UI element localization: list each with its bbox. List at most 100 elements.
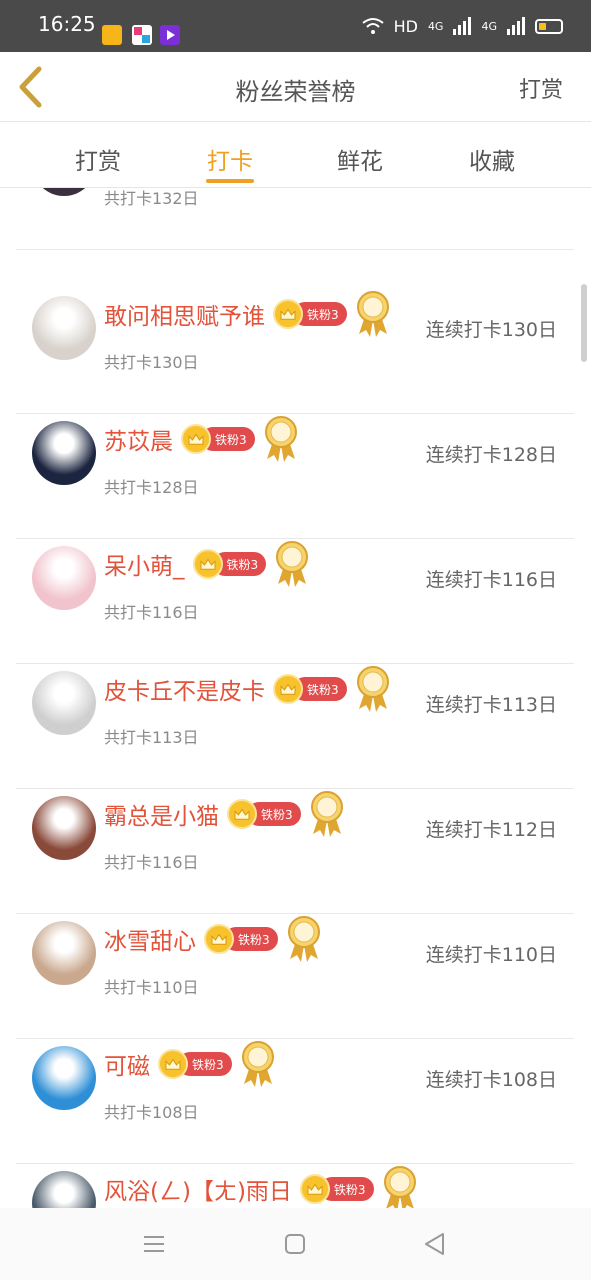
- medal-icon: [274, 540, 310, 588]
- page-title: 粉丝荣誉榜: [235, 78, 356, 106]
- total-checkin: 共打卡110日: [104, 978, 199, 997]
- medal-icon: [263, 415, 299, 463]
- signal-label-1: 4G: [427, 19, 444, 33]
- fan-level-badge: 铁粉3: [227, 799, 301, 829]
- wifi-icon: [361, 18, 384, 34]
- avatar[interactable]: [32, 1046, 96, 1110]
- avatar[interactable]: [32, 796, 96, 860]
- avatar[interactable]: [32, 1171, 96, 1208]
- avatar[interactable]: [32, 546, 96, 610]
- fan-name[interactable]: 苏苡晨: [104, 422, 173, 456]
- fan-level-badge: 铁粉3: [273, 299, 347, 329]
- name-line: 风浴(ㄥ)【ㄤ)雨日 铁粉3: [104, 1166, 418, 1208]
- total-checkin: 共打卡108日: [104, 1103, 199, 1122]
- medal-icon: [355, 290, 391, 338]
- network-type: HD: [393, 16, 418, 36]
- fan-name[interactable]: 呆小萌_: [104, 547, 185, 581]
- name-line: 呆小萌_ 铁粉3: [104, 541, 310, 587]
- back-triangle-icon[interactable]: [421, 1230, 449, 1258]
- crown-icon: [158, 1049, 188, 1079]
- avatar[interactable]: [32, 671, 96, 735]
- status-time: 16:25: [38, 12, 96, 36]
- menu-icon[interactable]: [140, 1230, 168, 1258]
- tab-bar: 打赏 打卡 鲜花 收藏: [0, 122, 591, 188]
- total-checkin: 共打卡116日: [104, 853, 199, 872]
- name-line: 敢问相思赋予谁 铁粉3: [104, 291, 391, 337]
- ranking-list: 九辞暮歌铁粉3共打卡132日连续打卡132日敢问相思赋予谁铁粉3共打卡130日连…: [0, 188, 591, 1208]
- total-checkin: 共打卡128日: [104, 478, 199, 497]
- streak-checkin: 连续打卡108日: [425, 1069, 557, 1091]
- fan-name[interactable]: 皮卡丘不是皮卡: [104, 672, 265, 706]
- crown-icon: [192, 549, 223, 579]
- streak-checkin: 连续打卡112日: [425, 819, 557, 841]
- list-item[interactable]: 冰雪甜心 铁粉3 共打卡110日 连续打卡110日: [16, 914, 574, 1039]
- medal-icon: [240, 1040, 276, 1088]
- header: 粉丝荣誉榜 打赏: [0, 52, 591, 122]
- name-line: 苏苡晨 铁粉3: [104, 416, 299, 462]
- medal-icon: [286, 915, 322, 963]
- total-checkin: 共打卡116日: [104, 603, 199, 622]
- youku-app-icon: [132, 25, 152, 45]
- signal-icon-2: [507, 17, 525, 35]
- streak-checkin: 连续打卡113日: [425, 694, 557, 716]
- tab-flowers[interactable]: 鲜花: [320, 142, 400, 176]
- name-line: 皮卡丘不是皮卡 铁粉3: [104, 666, 391, 712]
- name-line: 霸总是小猫 铁粉3: [104, 791, 345, 837]
- streak-checkin: 连续打卡130日: [425, 319, 557, 341]
- avatar[interactable]: [32, 296, 96, 360]
- avatar[interactable]: [32, 421, 96, 485]
- streak-checkin: 连续打卡116日: [425, 569, 557, 591]
- signal-icon: [453, 17, 472, 35]
- list-item[interactable]: 风浴(ㄥ)【ㄤ)雨日 铁粉3: [16, 1164, 574, 1208]
- fan-level-badge: 铁粉3: [299, 1174, 374, 1204]
- medal-icon: [382, 1165, 418, 1208]
- tab-favorites[interactable]: 收藏: [452, 142, 532, 176]
- total-checkin: 共打卡130日: [104, 353, 199, 372]
- list-item[interactable]: 呆小萌_ 铁粉3 共打卡116日 连续打卡116日: [16, 539, 574, 664]
- name-line: 冰雪甜心 铁粉3: [104, 916, 322, 962]
- medal-icon: [309, 790, 345, 838]
- system-nav-bar: [0, 1208, 591, 1280]
- list-item[interactable]: 霸总是小猫 铁粉3 共打卡116日 连续打卡112日: [16, 789, 574, 914]
- crown-icon: [273, 299, 303, 329]
- mail-app-icon: [102, 25, 122, 45]
- header-reward-button[interactable]: 打赏: [519, 72, 563, 104]
- total-checkin: 共打卡113日: [104, 728, 199, 747]
- status-bar: 16:25 HD 4G 4G: [0, 0, 591, 52]
- video-app-icon: [160, 25, 180, 45]
- fan-level-badge: 铁粉3: [204, 924, 278, 954]
- name-line: 可磁 铁粉3: [104, 1041, 276, 1087]
- medal-icon: [355, 665, 391, 713]
- list-item[interactable]: 九辞暮歌铁粉3共打卡132日连续打卡132日: [16, 188, 574, 250]
- crown-icon: [181, 424, 211, 454]
- active-tab-indicator: [206, 179, 254, 183]
- fan-level-badge: 铁粉3: [273, 674, 347, 704]
- crown-icon: [273, 674, 303, 704]
- streak-checkin: 连续打卡110日: [425, 944, 557, 966]
- list-item[interactable]: 皮卡丘不是皮卡 铁粉3 共打卡113日 连续打卡113日: [16, 664, 574, 789]
- fan-name[interactable]: 可磁: [104, 1047, 150, 1081]
- fan-name[interactable]: 敢问相思赋予谁: [104, 297, 265, 331]
- battery-icon: [535, 18, 563, 34]
- list-item[interactable]: 可磁 铁粉3 共打卡108日 连续打卡108日: [16, 1039, 574, 1164]
- list-item[interactable]: 敢问相思赋予谁 铁粉3 共打卡130日 连续打卡130日: [16, 289, 574, 414]
- tab-reward[interactable]: 打赏: [58, 142, 138, 176]
- crown-icon: [227, 799, 257, 829]
- crown-icon: [204, 924, 234, 954]
- fan-name[interactable]: 冰雪甜心: [104, 922, 196, 956]
- avatar[interactable]: [32, 921, 96, 985]
- crown-icon: [299, 1174, 330, 1204]
- fan-level-badge: 铁粉3: [158, 1049, 232, 1079]
- home-square-icon[interactable]: [281, 1230, 309, 1258]
- fan-name[interactable]: 霸总是小猫: [104, 797, 219, 831]
- streak-checkin: 连续打卡128日: [425, 444, 557, 466]
- fan-level-badge: 铁粉3: [181, 424, 255, 454]
- scrollbar[interactable]: [581, 284, 587, 362]
- list-item[interactable]: 苏苡晨 铁粉3 共打卡128日 连续打卡128日: [16, 414, 574, 539]
- avatar[interactable]: [32, 188, 96, 196]
- fan-name[interactable]: 风浴(ㄥ)【ㄤ)雨日: [104, 1172, 292, 1206]
- total-checkin: 共打卡132日: [104, 189, 199, 208]
- fan-level-badge: 铁粉3: [192, 549, 267, 579]
- signal-label-2: 4G: [481, 19, 497, 33]
- tab-checkin[interactable]: 打卡: [190, 142, 270, 176]
